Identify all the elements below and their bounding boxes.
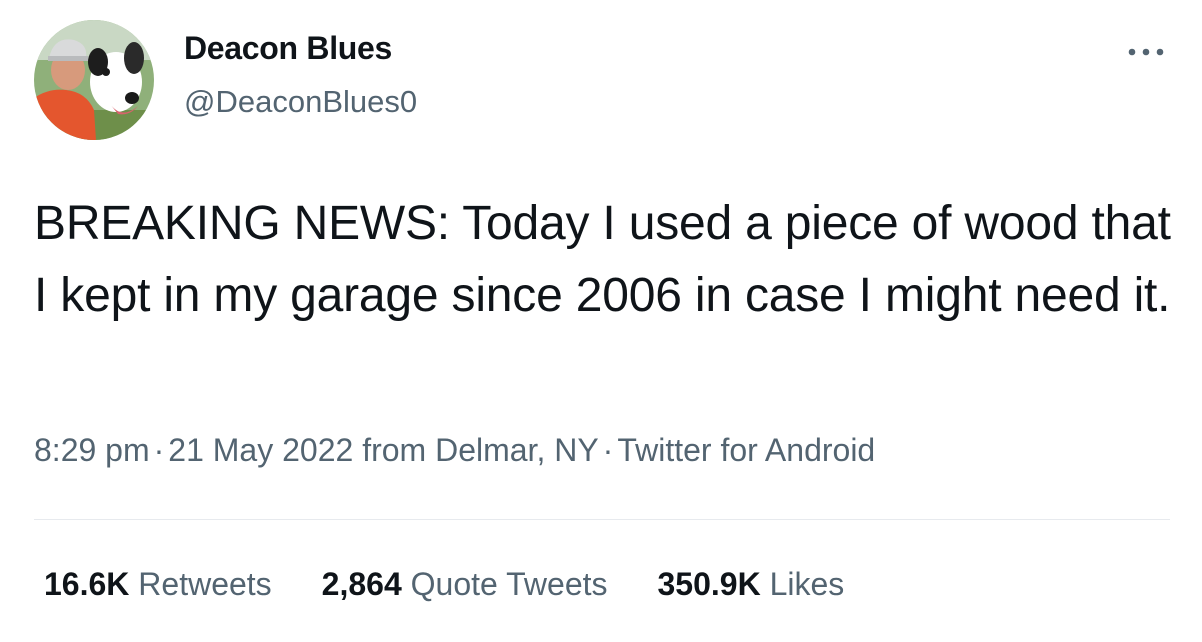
- tweet-location[interactable]: from Delmar, NY: [362, 432, 598, 468]
- avatar[interactable]: [34, 20, 154, 140]
- tweet-stats: 16.6K Retweets 2,864 Quote Tweets 350.9K…: [44, 566, 894, 603]
- retweets-stat[interactable]: 16.6K Retweets: [44, 566, 272, 603]
- retweets-count: 16.6K: [44, 566, 130, 602]
- divider: [34, 519, 1170, 520]
- avatar-image: [34, 20, 154, 140]
- tweet-date[interactable]: 21 May 2022: [168, 432, 353, 468]
- tweet-meta: 8:29 pm · 21 May 2022 from Delmar, NY · Twit…: [34, 432, 875, 469]
- author-handle[interactable]: @DeaconBlues0: [184, 84, 417, 120]
- likes-count: 350.9K: [657, 566, 761, 602]
- meta-separator: ·: [602, 432, 614, 468]
- tweet-text: BREAKING NEWS: Today I used a piece of w…: [34, 197, 1171, 322]
- tweet-card: Deacon Blues @DeaconBlues0 BREAKING NEWS…: [0, 0, 1202, 642]
- more-options-button[interactable]: [1122, 38, 1170, 66]
- likes-stat[interactable]: 350.9K Likes: [658, 566, 845, 603]
- quote-tweets-label: Quote Tweets: [410, 566, 608, 602]
- likes-label: Likes: [769, 566, 845, 602]
- retweets-label: Retweets: [138, 566, 272, 602]
- quote-tweets-stat[interactable]: 2,864 Quote Tweets: [322, 566, 608, 603]
- quote-tweets-count: 2,864: [321, 566, 402, 602]
- author-display-name[interactable]: Deacon Blues: [184, 30, 392, 67]
- meta-separator: ·: [153, 432, 165, 468]
- tweet-time[interactable]: 8:29 pm: [34, 432, 150, 468]
- tweet-source[interactable]: Twitter for Android: [617, 432, 875, 468]
- more-horizontal-icon: [1128, 48, 1164, 56]
